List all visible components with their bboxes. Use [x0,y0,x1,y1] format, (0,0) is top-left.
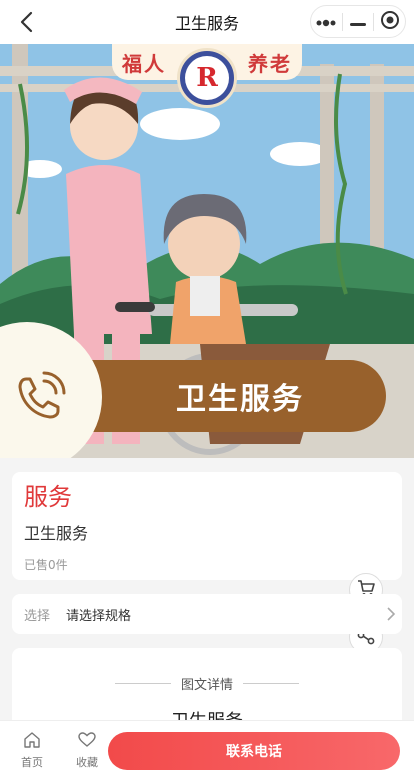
brand-logo-letter: R [185,56,229,100]
service-banner: 卫生服务 [70,360,386,432]
product-name: 卫生服务 [24,524,89,543]
page-title: 卫生服务 [174,14,239,33]
mini-program-capsule [310,5,406,38]
detail-header: 图文详情 [12,674,402,693]
back-icon[interactable] [14,9,40,35]
favorite-tab[interactable]: 收藏 [64,731,110,770]
home-tab[interactable]: 首页 [9,731,55,770]
bottom-action-bar: 首页 收藏 联系电话 [0,720,414,780]
chevron-right-icon [386,606,396,626]
more-options-button[interactable] [311,6,342,37]
detail-header-label: 图文详情 [180,678,233,693]
heart-icon [78,731,96,752]
product-info-card: 服务 卫生服务 已售0件 [12,472,402,580]
minus-icon [350,12,366,31]
close-program-button[interactable] [374,6,405,37]
sold-count: 已售0件 [24,558,68,572]
product-hero-image: 福人 养老 R 卫生服务 [0,44,414,458]
price-label: 服务 [24,483,72,511]
brand-logo: R [177,48,237,108]
spec-selector[interactable]: 选择 请选择规格 [12,594,402,634]
favorite-label: 收藏 [76,756,98,769]
brand-text-left: 福人 [122,51,166,76]
contact-phone-button[interactable]: 联系电话 [108,732,400,770]
home-label: 首页 [21,756,43,769]
brand-text-right: 养老 [248,51,292,76]
home-icon [23,731,41,752]
more-dots-icon [315,12,337,31]
top-navigation-bar: 卫生服务 [0,0,414,44]
target-circle-icon [380,10,400,34]
phone-icon [12,369,68,425]
divider-line [243,683,299,684]
spec-label: 选择 [24,608,51,624]
spec-value: 请选择规格 [66,608,132,624]
minimize-button[interactable] [343,6,374,37]
divider-line [114,683,171,684]
service-banner-title: 卫生服务 [176,382,304,417]
